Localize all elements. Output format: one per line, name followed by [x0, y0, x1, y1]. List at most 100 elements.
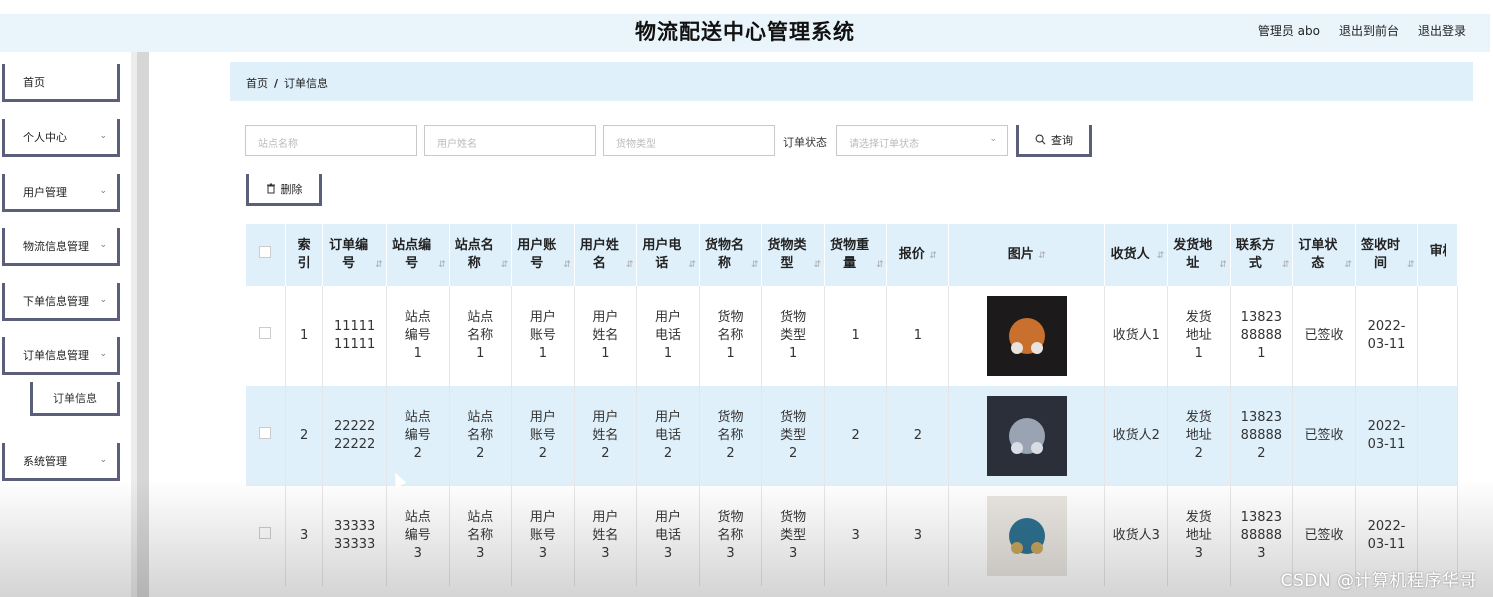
column-header-label: 收货人	[1110, 246, 1150, 262]
sidebar-item-logistics-info[interactable]: 物流信息管理 ⌄	[2, 228, 120, 266]
column-header[interactable]: 用户电话 ⇵	[636, 224, 700, 286]
weight-value: 1	[851, 328, 860, 343]
column-header[interactable]: 站点编号 ⇵	[386, 224, 450, 286]
order-no-value: 2222222222	[333, 419, 376, 452]
sort-icon[interactable]: ⇵	[563, 260, 571, 270]
cargo-type-value: 货物类型1	[780, 310, 807, 361]
table-cell-cargo-type: 货物类型1	[761, 286, 825, 386]
query-button[interactable]: 查询	[1016, 125, 1092, 157]
header-links: 管理员 abo 退出到前台 退出登录	[1258, 22, 1466, 39]
username-input[interactable]: 用户姓名	[424, 125, 596, 156]
table-cell-price: 1	[886, 286, 950, 386]
table-cell-status: 已签收	[1292, 286, 1356, 386]
column-header-label: 联系方式	[1235, 237, 1275, 271]
order-table-container[interactable]: 索引 订单编号 ⇵ 站点编号 ⇵ 站点名称 ⇵ 用户账号 ⇵ 用户姓名 ⇵ 用户…	[246, 224, 1458, 597]
jewelry-image	[986, 496, 1067, 576]
order-status-placeholder: 请选择订单状态	[849, 139, 919, 150]
table-cell-audit-reply	[1417, 286, 1458, 386]
row-checkbox[interactable]	[259, 427, 272, 439]
column-header[interactable]: 签收时间 ⇵	[1355, 224, 1419, 286]
select-all-checkbox[interactable]	[259, 246, 272, 258]
column-header[interactable]: 报价 ⇵	[886, 224, 950, 286]
column-header[interactable]: 站点名称 ⇵	[449, 224, 513, 286]
column-header[interactable]: 订单编号 ⇵	[322, 224, 387, 286]
sort-icon[interactable]: ⇵	[929, 251, 937, 261]
sort-icon[interactable]: ⇵	[1038, 251, 1046, 261]
name-value: 用户姓名2	[592, 410, 619, 461]
sort-icon[interactable]: ⇵	[1344, 260, 1352, 270]
sort-icon[interactable]: ⇵	[688, 260, 696, 270]
table-cell-cargo-name: 货物名称1	[699, 286, 763, 386]
sort-icon[interactable]: ⇵	[876, 260, 884, 270]
table-row[interactable]: 1 1111111111 站点编号1 站点名称1 用户账号1 用户姓名1 用户电话1 货物名称…	[246, 286, 1458, 386]
jewelry-image	[986, 396, 1067, 476]
column-header[interactable]: 订单状态 ⇵	[1292, 224, 1356, 286]
table-cell-contact: 13823888881	[1230, 286, 1294, 386]
column-header[interactable]: 货物重量 ⇵	[824, 224, 888, 286]
breadcrumb-home[interactable]: 首页	[246, 77, 268, 90]
table-cell-account: 用户账号3	[511, 486, 575, 586]
exit-to-front-link[interactable]: 退出到前台	[1339, 22, 1399, 39]
table-cell-order-no: 2222222222	[322, 386, 387, 486]
sort-icon[interactable]: ⇵	[751, 260, 759, 270]
sidebar-item-home[interactable]: 首页	[2, 64, 120, 102]
sidebar-item-system-management[interactable]: 系统管理 ⌄	[2, 443, 120, 481]
column-header[interactable]: 用户账号 ⇵	[511, 224, 575, 286]
column-header-label: 索引	[297, 238, 311, 271]
breadcrumb-current: 订单信息	[284, 77, 329, 90]
index-value: 2	[299, 428, 309, 443]
column-header[interactable]: 货物类型 ⇵	[761, 224, 825, 286]
table-cell-price: 3	[886, 486, 950, 586]
sign-time-value: 2022-03-11	[1367, 319, 1406, 352]
sidebar-subitem-order-info[interactable]: 订单信息	[30, 382, 120, 416]
row-checkbox[interactable]	[259, 527, 272, 539]
column-header[interactable]: 用户姓名 ⇵	[574, 224, 638, 286]
sort-icon[interactable]: ⇵	[626, 260, 634, 270]
sort-icon[interactable]: ⇵	[814, 260, 822, 270]
sort-icon[interactable]: ⇵	[1407, 260, 1415, 270]
row-checkbox-cell[interactable]	[246, 386, 286, 486]
chevron-down-icon: ⌄	[99, 131, 107, 141]
column-header[interactable]: 收货人 ⇵	[1104, 224, 1168, 286]
table-row[interactable]: 2 2222222222 站点编号2 站点名称2 用户账号2 用户姓名2 用户电话2 货物名称…	[246, 386, 1458, 486]
receiver-value: 收货人3	[1112, 528, 1160, 543]
cargo-type-input[interactable]: 货物类型	[603, 125, 775, 156]
table-cell-address: 发货地址3	[1167, 486, 1231, 586]
sidebar-item-order-placement[interactable]: 下单信息管理 ⌄	[2, 283, 120, 321]
row-checkbox-cell[interactable]	[246, 486, 286, 586]
sidebar-item-label: 下单信息管理	[23, 294, 89, 308]
sort-icon[interactable]: ⇵	[375, 260, 383, 270]
sort-icon[interactable]: ⇵	[438, 260, 446, 270]
sidebar-item-order-management[interactable]: 订单信息管理 ⌄	[2, 337, 120, 375]
row-checkbox[interactable]	[259, 327, 272, 339]
column-header-label: 货物类型	[767, 237, 807, 271]
order-status-select[interactable]: 请选择订单状态 ⌄	[836, 125, 1008, 156]
column-header[interactable]: 联系方式 ⇵	[1230, 224, 1294, 286]
table-cell-sign-time: 2022-03-11	[1355, 286, 1419, 386]
table-cell-station-no: 站点编号1	[386, 286, 450, 386]
sidebar-item-user-management[interactable]: 用户管理 ⌄	[2, 174, 120, 212]
table-cell-weight: 3	[824, 486, 888, 586]
table-row[interactable]: 3 3333333333 站点编号3 站点名称3 用户账号3 用户姓名3 用户电话3 货物名称…	[246, 486, 1458, 586]
table-cell-cargo-type: 货物类型2	[761, 386, 825, 486]
station-name-input[interactable]: 站点名称	[245, 125, 417, 156]
column-header[interactable]: 发货地址 ⇵	[1167, 224, 1231, 286]
row-checkbox-cell[interactable]	[246, 286, 286, 386]
chevron-down-icon: ⌄	[99, 186, 107, 196]
delete-button[interactable]: 删除	[246, 174, 322, 206]
select-all-checkbox-cell[interactable]	[246, 224, 286, 286]
sidebar-item-personal-center[interactable]: 个人中心 ⌄	[2, 119, 120, 157]
logout-link[interactable]: 退出登录	[1418, 22, 1466, 39]
sort-icon[interactable]: ⇵	[1219, 260, 1227, 270]
sort-icon[interactable]: ⇵	[1282, 260, 1290, 270]
table-cell-picture	[948, 286, 1106, 386]
column-header[interactable]: 图片 ⇵	[948, 224, 1106, 286]
column-header[interactable]: 审核回复	[1417, 224, 1458, 286]
query-button-label: 查询	[1051, 133, 1073, 147]
sort-icon[interactable]: ⇵	[1157, 251, 1165, 261]
account-value: 用户账号1	[529, 310, 556, 361]
table-cell-weight: 2	[824, 386, 888, 486]
station-no-value: 站点编号3	[404, 510, 431, 561]
column-header[interactable]: 货物名称 ⇵	[699, 224, 763, 286]
sort-icon[interactable]: ⇵	[501, 260, 509, 270]
